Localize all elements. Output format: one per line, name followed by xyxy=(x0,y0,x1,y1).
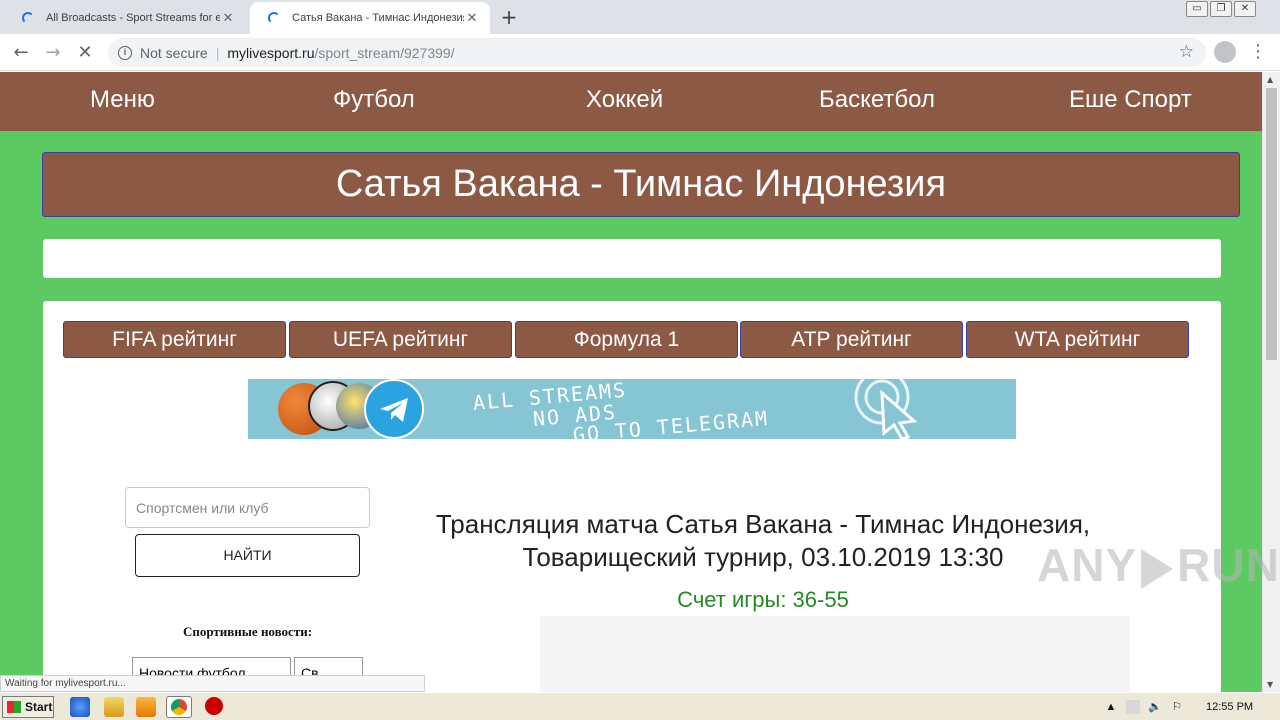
media-player-icon[interactable] xyxy=(136,697,156,717)
atp-rating-button[interactable]: ATP рейтинг xyxy=(740,321,963,358)
site-nav: Меню Футбол Хоккей Баскетбол Еше Спорт xyxy=(0,72,1262,131)
page-title: Сатья Вакана - Тимнас Индонезия xyxy=(42,152,1240,217)
nav-item-football[interactable]: Футбол xyxy=(333,86,415,114)
find-button[interactable]: НАЙТИ xyxy=(135,534,360,577)
browser-menu-icon[interactable]: ⋮ xyxy=(1248,40,1268,64)
stream-title: Трансляция матча Сатья Вакана - Тимнас И… xyxy=(373,508,1153,574)
tab-close-icon[interactable]: ✕ xyxy=(464,10,480,26)
minimize-icon[interactable]: ▭ xyxy=(1186,1,1208,17)
search-input[interactable] xyxy=(125,487,370,528)
security-label: Not secure xyxy=(140,44,208,61)
tray-expand-icon[interactable]: ▲ xyxy=(1104,700,1118,714)
browser-tab-all-broadcasts[interactable]: All Broadcasts - Sport Streams for ea ✕ xyxy=(4,2,246,34)
play-icon xyxy=(1141,548,1174,589)
cursor-click-icon xyxy=(854,379,918,439)
browser-tab-strip: All Broadcasts - Sport Streams for ea ✕ … xyxy=(0,0,1280,34)
stream-title-line-1: Трансляция матча Сатья Вакана - Тимнас И… xyxy=(435,509,1091,539)
main-content: FIFA рейтинг UEFA рейтинг Формула 1 ATP … xyxy=(43,301,1221,692)
uefa-rating-button[interactable]: UEFA рейтинг xyxy=(289,321,512,358)
fifa-rating-button[interactable]: FIFA рейтинг xyxy=(63,321,286,358)
anyrun-watermark: ANY RUN xyxy=(1037,538,1280,592)
nav-item-more-sports[interactable]: Еше Спорт xyxy=(1069,86,1192,114)
address-bar[interactable]: i Not secure | mylivesport.ru /sport_str… xyxy=(108,38,1206,67)
window-controls: ▭ ❐ ✕ xyxy=(1184,1,1256,17)
chrome-taskbar-button[interactable] xyxy=(166,696,192,718)
loading-spinner-icon xyxy=(22,12,34,24)
address-separator: | xyxy=(215,44,220,61)
tab-title: All Broadcasts - Sport Streams for ea xyxy=(46,12,220,24)
watermark-right: RUN xyxy=(1177,539,1280,591)
scroll-up-icon[interactable]: ▲ xyxy=(1267,75,1273,84)
scroll-down-icon[interactable]: ▼ xyxy=(1267,680,1273,689)
watermark-left: ANY xyxy=(1037,539,1138,591)
volume-icon[interactable]: 🔈 xyxy=(1148,700,1162,714)
clock: 12:55 PM xyxy=(1206,701,1254,713)
url-host: mylivesport.ru xyxy=(227,44,315,61)
windows-taskbar: Start ▲ 🔈 ⚐ 12:55 PM xyxy=(0,692,1280,720)
start-button[interactable]: Start xyxy=(2,696,54,718)
page-viewport: Меню Футбол Хоккей Баскетбол Еше Спорт С… xyxy=(0,72,1262,692)
new-tab-button[interactable]: + xyxy=(498,4,520,30)
forward-arrow-icon[interactable]: → xyxy=(40,40,66,66)
tab-close-icon[interactable]: ✕ xyxy=(220,10,236,26)
restore-icon[interactable]: ❐ xyxy=(1210,1,1232,17)
loading-spinner-icon xyxy=(268,12,280,24)
browser-tab-stream[interactable]: Сатья Вакана - Тимнас Индонезия ✕ xyxy=(250,2,490,34)
ad-placeholder xyxy=(43,239,1221,278)
news-heading: Спортивные новости: xyxy=(182,624,313,639)
system-tray: ▲ 🔈 ⚐ 12:55 PM xyxy=(1104,696,1278,718)
alert-icon[interactable] xyxy=(205,697,223,715)
flag-icon[interactable]: ⚐ xyxy=(1170,700,1184,714)
stream-title-line-2: Товарищеский турнир, 03.10.2019 13:30 xyxy=(522,542,1004,572)
scrollbar-thumb[interactable] xyxy=(1266,88,1277,360)
browser-toolbar: ← → ✕ i Not secure | mylivesport.ru /spo… xyxy=(0,34,1280,71)
score-label: Счет игры: 36-55 xyxy=(677,587,849,612)
info-icon[interactable]: i xyxy=(118,45,132,60)
nav-item-menu[interactable]: Меню xyxy=(90,86,155,114)
folder-icon[interactable] xyxy=(104,697,124,717)
stream-player[interactable] xyxy=(540,616,1130,692)
page-scrollbar[interactable]: ▲ ▼ xyxy=(1262,72,1280,692)
network-icon[interactable] xyxy=(1126,700,1140,714)
wta-rating-button[interactable]: WTA рейтинг xyxy=(966,321,1189,358)
ie-icon[interactable] xyxy=(70,697,90,717)
close-window-icon[interactable]: ✕ xyxy=(1234,1,1256,17)
stop-loading-icon[interactable]: ✕ xyxy=(72,40,98,66)
chrome-icon xyxy=(171,699,187,715)
url-path: /sport_stream/927399/ xyxy=(314,44,455,61)
formula1-button[interactable]: Формула 1 xyxy=(515,321,738,358)
tab-title: Сатья Вакана - Тимнас Индонезия xyxy=(292,12,464,24)
telegram-logo-icon xyxy=(364,379,424,439)
telegram-ad-banner[interactable]: ALL STREAMS NO ADS GO TO TELEGRAM xyxy=(248,379,1016,439)
back-arrow-icon[interactable]: ← xyxy=(8,40,34,66)
bookmark-star-icon[interactable]: ☆ xyxy=(1179,42,1194,62)
status-bar: Waiting for mylivesport.ru... xyxy=(0,675,425,692)
profile-avatar-icon[interactable] xyxy=(1214,41,1236,63)
windows-logo-icon xyxy=(7,701,21,713)
start-label: Start xyxy=(25,700,53,714)
nav-item-hockey[interactable]: Хоккей xyxy=(586,86,663,114)
nav-item-basketball[interactable]: Баскетбол xyxy=(819,86,935,114)
